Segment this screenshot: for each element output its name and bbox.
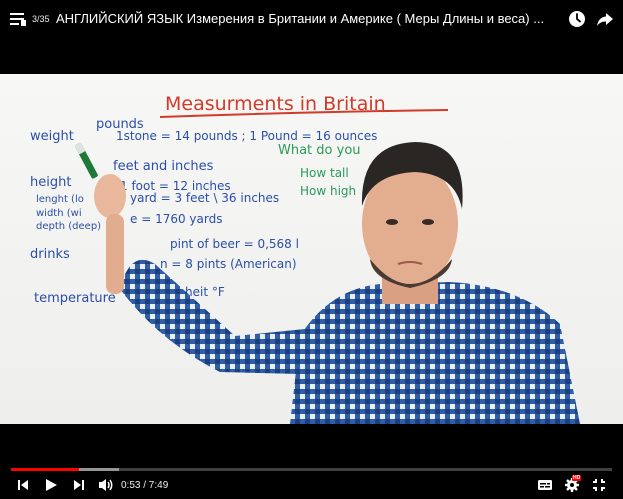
seek-bar[interactable]	[11, 468, 612, 471]
playlist-icon[interactable]	[10, 12, 26, 26]
settings-button[interactable]: HD	[564, 475, 584, 494]
board-weight: weight	[30, 129, 74, 144]
next-icon[interactable]	[72, 476, 86, 494]
board-drinks: drinks	[30, 247, 70, 262]
played-bar	[11, 468, 79, 471]
board-lenght: lenght (lo	[36, 194, 84, 205]
playlist-position[interactable]: 3/35	[32, 14, 50, 24]
board-pint: pint of beer = 0,568 l	[170, 237, 299, 251]
hd-badge: HD	[572, 475, 582, 481]
board-mile: e = 1760 yards	[130, 212, 222, 226]
video-title[interactable]: АНГЛИЙСКИЙ ЯЗЫК Измерения в Британии и А…	[56, 11, 544, 26]
time-display: 0:53 / 7:49	[121, 480, 169, 491]
exit-fullscreen-icon[interactable]	[591, 476, 607, 494]
board-feet-inches: feet and inches	[113, 159, 214, 174]
whiteboard-content: Measurments in Britain weight pounds 1st…	[30, 93, 580, 424]
board-how-tall: How tall	[300, 166, 349, 180]
video-frame[interactable]: Measurments in Britain weight pounds 1st…	[0, 74, 623, 424]
board-what-do-you: What do you	[278, 143, 361, 158]
player-controls: 0:53 / 7:49 HD	[0, 462, 623, 498]
board-height: height	[30, 175, 71, 190]
volume-icon[interactable]	[97, 476, 115, 494]
board-width: width (wi	[36, 208, 82, 219]
board-temperature: temperature	[34, 291, 116, 306]
previous-icon[interactable]	[16, 476, 30, 494]
top-bar: 3/35 АНГЛИЙСКИЙ ЯЗЫК Измерения в Британи…	[0, 0, 623, 40]
play-icon[interactable]	[44, 476, 58, 494]
share-icon[interactable]	[595, 9, 615, 29]
watch-later-icon[interactable]	[567, 9, 587, 29]
board-how-high: How high	[300, 184, 356, 198]
board-yard: yard = 3 feet \ 36 inches	[130, 191, 279, 205]
board-gallon: n = 8 pints (American)	[160, 257, 297, 271]
board-depth: depth (deep)	[36, 221, 101, 232]
board-stone: 1stone = 14 pounds ; 1 Pound = 16 ounces	[116, 129, 377, 143]
subtitles-icon[interactable]	[537, 476, 553, 494]
